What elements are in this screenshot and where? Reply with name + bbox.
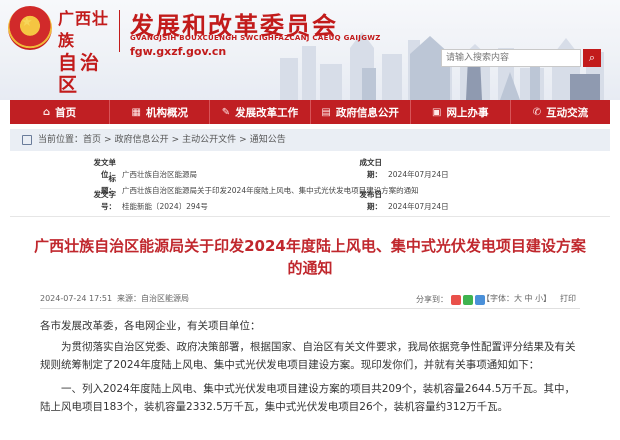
nav-item-services[interactable]: ▣ 网上办事 <box>411 100 511 124</box>
share-label: 分享到： <box>416 295 448 304</box>
meta-row-docno: 发文字号： 桂能新能〔2024〕294号 <box>80 189 208 211</box>
article-title: 广西壮族自治区能源局关于印发2024年度陆上风电、集中式光伏发电项目建设方案 的… <box>20 235 600 279</box>
meta-row-date: 成文日期： 2024年07月24日 <box>346 157 449 179</box>
home-icon: ⌂ <box>43 106 51 118</box>
province-line1: 广西壮族 <box>58 9 110 50</box>
breadcrumb-prefix: 当前位置： <box>38 135 84 145</box>
location-icon <box>22 135 32 145</box>
nav-item-work[interactable]: ✎ 发展改革工作 <box>210 100 311 124</box>
main-nav: ⌂ 首页 ▦ 机构概况 ✎ 发展改革工作 ▤ 政府信息公开 ▣ 网上办事 ✆ 互… <box>10 100 610 124</box>
site-title-en: GVANGJSIH BOUXCUENGH SWCIGHFAZCANJ CAEUQ… <box>130 34 381 42</box>
province-line2: 自治区 <box>58 52 103 96</box>
search-input[interactable]: 请输入搜索内容 <box>441 49 581 67</box>
chat-icon: ✆ <box>532 106 542 118</box>
nav-item-interaction[interactable]: ✆ 互动交流 <box>511 100 610 124</box>
meta-row-title: 标 题： 广西壮族自治区能源局关于印发2024年度陆上风电、集中式光伏发电项目建设… <box>80 173 419 195</box>
divider <box>40 308 580 309</box>
nav-label: 机构概况 <box>145 106 188 119</box>
meta-label: 发布日期： <box>359 190 383 211</box>
wechat-icon[interactable] <box>462 294 473 305</box>
meta-row-issuer: 发文单位： 广西壮族自治区能源局 <box>80 157 342 179</box>
meta-label: 发文字号： <box>93 190 117 211</box>
meta-row-pubdate: 发布日期： 2024年07月24日 <box>346 189 449 211</box>
pen-icon: ✎ <box>221 106 231 118</box>
article-datetime: 2024-07-24 17:51 <box>40 294 113 303</box>
breadcrumb-item-notices[interactable]: 通知公告 <box>250 135 286 145</box>
breadcrumb-item-disclosure[interactable]: 政府信息公开 <box>115 135 169 145</box>
nav-label: 发展改革工作 <box>235 106 299 119</box>
site-domain: fgw.gxzf.gov.cn <box>130 45 227 58</box>
article-source: 来源：自治区能源局 <box>117 294 189 303</box>
nav-item-about[interactable]: ▦ 机构概况 <box>110 100 211 124</box>
article-paragraph-2: 一、列入2024年度陆上风电、集中式光伏发电项目建设方案的项目共209个，装机容… <box>40 383 576 413</box>
breadcrumb-item-home[interactable]: 首页 <box>83 135 101 145</box>
nav-item-home[interactable]: ⌂ 首页 <box>10 100 111 124</box>
breadcrumb-separator: > <box>239 135 247 145</box>
monitor-icon: ▣ <box>432 106 442 118</box>
meta-docno: 桂能新能〔2024〕294号 <box>122 202 208 211</box>
meta-pubdate: 2024年07月24日 <box>388 202 449 211</box>
article-title-line2: 的通知 <box>287 259 333 277</box>
article-body: 各市发展改革委，各电网企业，有关项目单位： 为贯彻落实自治区党委、政府决策部署，… <box>40 317 585 416</box>
building-icon: ▦ <box>131 106 141 118</box>
magnifier-icon: ⌕ <box>588 51 596 64</box>
header-divider <box>119 10 120 52</box>
print-button[interactable]: 打印 <box>560 292 576 306</box>
search-button[interactable]: ⌕ <box>583 49 601 67</box>
document-meta: 发文单位： 广西壮族自治区能源局 成文日期： 2024年07月24日 标 题： 广西壮… <box>80 153 600 211</box>
nav-label: 网上办事 <box>446 106 489 119</box>
article-title-line1: 广西壮族自治区能源局关于印发2024年度陆上风电、集中式光伏发电项目建设方案 <box>34 237 586 255</box>
font-size-switch[interactable]: 【字体：大 中 小】 <box>482 292 551 306</box>
article-salutation: 各市发展改革委，各电网企业，有关项目单位： <box>40 320 261 332</box>
breadcrumb-item-files[interactable]: 主动公开文件 <box>182 135 236 145</box>
province-name: 广西壮族 自治区 <box>58 8 120 96</box>
breadcrumb: 当前位置：首页 > 政府信息公开 > 主动公开文件 > 通知公告 <box>10 129 610 151</box>
article-paragraph-1: 为贯彻落实自治区党委、政府决策部署，根据国家、自治区有关文件要求，我局依据竞争性… <box>40 341 576 371</box>
nav-label: 政府信息公开 <box>335 106 399 119</box>
breadcrumb-separator: > <box>171 135 180 145</box>
emblem-star-icon: ★ <box>21 15 33 30</box>
article-info: 2024-07-24 17:51 来源：自治区能源局 分享到： 【字体：大 中 … <box>40 292 580 306</box>
weibo-icon[interactable] <box>450 294 461 305</box>
nav-item-disclosure[interactable]: ▤ 政府信息公开 <box>311 100 411 124</box>
document-icon: ▤ <box>321 106 331 118</box>
share-bar: 分享到： <box>416 293 487 307</box>
breadcrumb-separator: > <box>104 135 112 145</box>
site-header: ★ 广西壮族 自治区 发展和改革委员会 GVANGJSIH BOUXCUENGH… <box>0 0 620 100</box>
nav-label: 互动交流 <box>546 106 589 119</box>
nav-label: 首页 <box>55 106 77 119</box>
divider <box>10 216 610 217</box>
